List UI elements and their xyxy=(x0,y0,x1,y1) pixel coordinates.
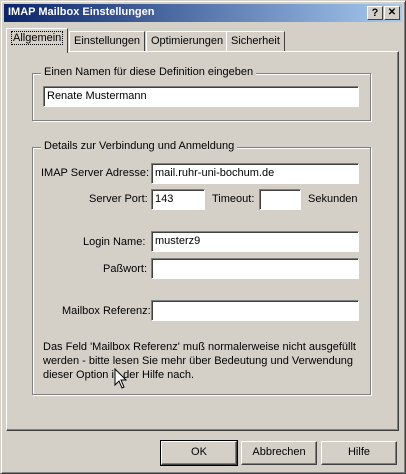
login-name-label: Login Name: xyxy=(83,236,146,248)
password-label: Paßwort: xyxy=(103,263,148,275)
mouse-cursor-icon xyxy=(114,368,128,389)
mailbox-reference-note: Das Feld 'Mailbox Referenz' muß normaler… xyxy=(43,341,356,381)
timeout-input[interactable] xyxy=(259,189,301,210)
help-icon[interactable]: ? xyxy=(367,6,383,20)
tab-optimierungen[interactable]: Optimierungen xyxy=(146,31,229,51)
server-port-label: Server Port: xyxy=(89,193,148,205)
server-address-label: IMAP Server Adresse: xyxy=(41,167,150,179)
tab-allgemein[interactable]: Allgemein xyxy=(6,28,69,53)
imap-settings-dialog: IMAP Mailbox Einstellungen ? ✕ Allgemein… xyxy=(0,0,406,474)
close-icon[interactable]: ✕ xyxy=(384,6,400,20)
tab-sicherheit[interactable]: Sicherheit xyxy=(226,31,285,51)
connection-group-legend: Details zur Verbindung und Anmeldung xyxy=(41,140,238,152)
ok-button[interactable]: OK xyxy=(160,440,238,466)
definition-name-input[interactable]: Renate Mustermann xyxy=(43,86,359,107)
timeout-unit-label: Sekunden xyxy=(308,193,358,205)
window-title: IMAP Mailbox Einstellungen xyxy=(8,6,155,18)
server-address-input[interactable]: mail.ruhr-uni-bochum.de xyxy=(151,163,359,184)
server-port-input[interactable]: 143 xyxy=(151,189,205,210)
password-input[interactable] xyxy=(151,258,359,279)
cancel-button[interactable]: Abbrechen xyxy=(241,441,317,465)
timeout-label: Timeout: xyxy=(212,193,255,205)
mailbox-reference-input[interactable] xyxy=(151,300,359,321)
title-bar[interactable]: IMAP Mailbox Einstellungen ? ✕ xyxy=(4,4,402,22)
help-button[interactable]: Hilfe xyxy=(321,441,397,465)
mailbox-reference-label: Mailbox Referenz: xyxy=(62,305,151,317)
tab-einstellungen[interactable]: Einstellungen xyxy=(69,31,146,51)
login-name-input[interactable]: musterz9 xyxy=(151,231,359,252)
name-group-legend: Einen Namen für diese Definition eingebe… xyxy=(41,66,257,78)
